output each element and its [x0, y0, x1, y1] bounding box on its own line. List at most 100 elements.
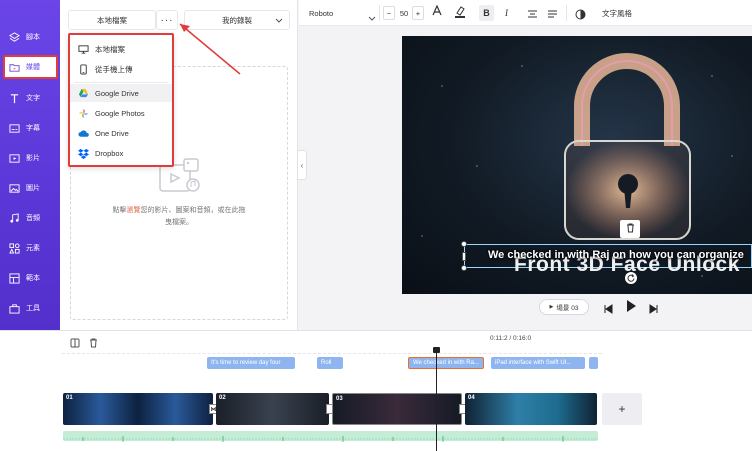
video-clip[interactable]: 02 [216, 393, 329, 425]
plus-icon: + [618, 402, 626, 416]
menu-item-dropbox[interactable]: Dropbox [70, 144, 172, 162]
layers-icon [8, 31, 20, 43]
timeline: 0:11:2 / 0:16:0 It's time to review day … [0, 330, 752, 451]
italic-button[interactable]: I [499, 5, 514, 21]
align-center-icon[interactable] [527, 7, 538, 25]
sidebar-item-label: 元素 [26, 245, 40, 252]
menu-item-from-phone[interactable]: 從手機上傳 [70, 60, 172, 78]
play-small-icon: ▶ [549, 304, 554, 310]
menu-divider [74, 82, 168, 83]
next-button[interactable] [649, 301, 659, 319]
caption-text[interactable]: We checked in with Raj on how you can or… [488, 249, 744, 261]
caption-chip-selected[interactable]: We checked in with Ra... [408, 357, 484, 369]
caption-chip[interactable]: It's time to review day four [207, 357, 295, 369]
audio-track[interactable] [63, 431, 598, 442]
image-icon [8, 182, 20, 194]
sidebar-item-label: 範本 [26, 275, 40, 282]
video-clip-selected[interactable]: 03 [332, 393, 462, 425]
sidebar-item-label: 腳本 [26, 34, 40, 41]
collapse-panel-button[interactable]: ‹ [297, 150, 307, 180]
sidebar-item-script[interactable]: 腳本 [0, 25, 60, 49]
menu-item-onedrive[interactable]: One Drive [70, 124, 172, 142]
scene-label: 場景 03 [556, 305, 579, 312]
previous-button[interactable] [603, 301, 613, 319]
bold-button[interactable]: B [479, 5, 494, 21]
elements-icon [8, 242, 20, 254]
sidebar-item-video[interactable]: 影片 [0, 146, 60, 170]
caption-chip-label: iPad interface with Swift UI... [495, 360, 572, 366]
text-color-icon[interactable] [431, 4, 443, 24]
sidebar-item-template[interactable]: 範本 [0, 266, 60, 290]
opacity-icon[interactable] [575, 7, 586, 25]
video-editor-app: 腳本 媒體 文字 字幕 影片 圖片 音頻 元素 範本 工具 本地檔案 ··· 我… [0, 0, 752, 451]
annotation-arrow [179, 23, 241, 75]
plus-icon: + [415, 8, 421, 18]
text-icon [8, 92, 20, 104]
minus-icon: − [386, 8, 392, 18]
font-select-value: Roboto [309, 8, 334, 18]
rotate-handle[interactable] [625, 272, 637, 284]
caption-chip[interactable] [589, 357, 598, 369]
caption-chip[interactable]: Roll [317, 357, 343, 369]
timecode: 0:11:2 / 0:16:0 [490, 335, 532, 342]
clip-number: 03 [336, 396, 343, 402]
font-size-input[interactable]: 50 [395, 6, 413, 20]
play-button[interactable] [625, 299, 637, 318]
menu-item-label: 本地檔案 [95, 44, 125, 54]
text-style-button[interactable]: 文字風格 [597, 5, 637, 21]
sidebar-item-label: 字幕 [26, 125, 40, 132]
resize-handle[interactable] [462, 252, 466, 261]
resize-handle[interactable] [461, 241, 467, 247]
caption-chip-label: Roll [321, 360, 332, 366]
text-style-label: 文字風格 [602, 8, 632, 18]
sidebar-item-label: 影片 [26, 155, 40, 162]
template-icon [8, 272, 20, 284]
menu-item-label: Google Drive [95, 88, 139, 98]
playhead-handle[interactable] [433, 347, 440, 353]
caption-chip[interactable]: iPad interface with Swift UI... [491, 357, 585, 369]
sidebar-item-audio[interactable]: 音頻 [0, 206, 60, 230]
onedrive-icon [78, 128, 89, 139]
resize-handle[interactable] [461, 265, 467, 271]
add-clip-button[interactable]: + [602, 393, 642, 425]
playhead[interactable] [436, 347, 437, 451]
sidebar-item-image[interactable]: 圖片 [0, 176, 60, 200]
timeline-ruler [62, 353, 602, 354]
sidebar-item-label: 文字 [26, 95, 40, 102]
drop-text-prefix: 點擊 [112, 207, 127, 214]
menu-item-google-photos[interactable]: Google Photos [70, 104, 172, 122]
menu-item-label: One Drive [95, 128, 129, 138]
font-select[interactable]: Roboto [309, 5, 369, 21]
clip-number: 02 [219, 395, 226, 401]
scene-selector[interactable]: ▶ 場景 03 [539, 299, 589, 315]
highlight-color-icon[interactable] [454, 5, 466, 24]
sidebar-item-tools[interactable]: 工具 [0, 296, 60, 320]
toolbox-icon [8, 302, 20, 314]
font-size-increase-button[interactable]: + [412, 6, 424, 20]
video-clip[interactable]: 01 [63, 393, 213, 425]
video-clip[interactable]: 04 [465, 393, 597, 425]
sidebar-item-elements[interactable]: 元素 [0, 236, 60, 260]
video-preview-canvas[interactable]: Front 3D Face Unlock We checked in with … [402, 36, 752, 294]
font-dropdown-chevron-icon[interactable] [368, 9, 376, 27]
subtitle-icon [8, 122, 20, 134]
tab-local-files[interactable]: 本地檔案 [68, 10, 156, 30]
phone-icon [78, 63, 89, 75]
line-spacing-icon[interactable] [547, 7, 558, 25]
sidebar-item-label: 工具 [26, 305, 40, 312]
trash-icon[interactable] [89, 335, 98, 353]
sidebar-item-subtitle[interactable]: 字幕 [0, 116, 60, 140]
browse-link[interactable]: 瀏覽 [127, 207, 141, 214]
delete-caption-button[interactable] [620, 220, 640, 238]
sidebar-item-label: 音頻 [26, 215, 40, 222]
menu-item-local-file[interactable]: 本地檔案 [70, 40, 172, 58]
dropbox-icon [78, 148, 89, 159]
split-icon[interactable] [70, 335, 80, 353]
menu-item-google-drive[interactable]: Google Drive [70, 84, 172, 102]
drop-text-suffix: 您的影片、圖案和音頻，或在此拖曳檔案。 [140, 207, 246, 226]
sidebar-item-text[interactable]: 文字 [0, 86, 60, 110]
folder-media-icon [8, 61, 20, 73]
sidebar-item-media[interactable]: 媒體 [3, 55, 58, 79]
italic-icon: I [505, 8, 508, 18]
font-size-decrease-button[interactable]: − [383, 6, 395, 20]
